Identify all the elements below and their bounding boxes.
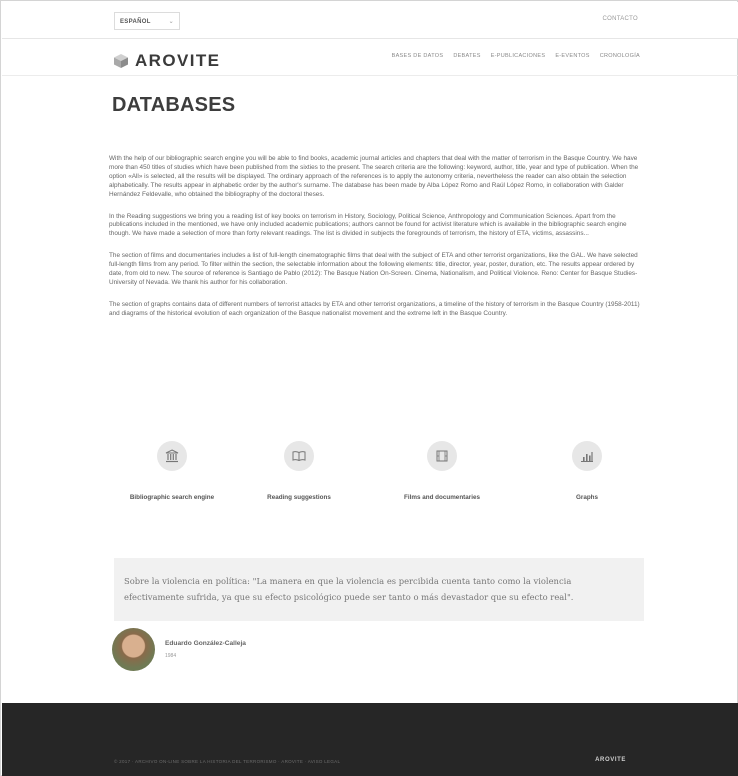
film-icon [436,450,448,462]
chevron-down-icon: ⌄ [168,19,174,25]
nav-item-chronology[interactable]: CRONOLOGÍA [600,53,640,59]
nav-item-e-events[interactable]: E-EVENTOS [555,53,589,59]
feature-search-engine[interactable]: Bibliographic search engine [102,441,242,501]
feature-label: Reading suggestions [267,494,331,501]
footer-copyright: © 2017 · ARCHIVO ON-LINE SOBRE LA HISTOR… [114,759,341,764]
page-frame: ESPAÑOL ⌄ CONTACTO AROVITE BASES DE DATO… [0,0,738,776]
icon-circle [427,441,457,471]
feature-graphs[interactable]: Graphs [517,441,657,501]
nav-item-debates[interactable]: DEBATES [453,53,480,59]
site-logo[interactable]: AROVITE [113,51,220,71]
quote-author: Eduardo González-Calleja 1984 [112,628,246,671]
book-icon [292,451,306,462]
language-select[interactable]: ESPAÑOL ⌄ [114,12,180,30]
bar-chart-icon [581,452,593,462]
site-footer: © 2017 · ARCHIVO ON-LINE SOBRE LA HISTOR… [2,703,738,776]
library-icon [165,449,179,463]
logo-text: AROVITE [135,51,221,70]
icon-circle [157,441,187,471]
author-name: Eduardo González-Calleja [165,640,246,647]
cube-logo-icon [114,54,128,68]
paragraph-search-engine: With the help of our bibliographic searc… [109,155,639,198]
author-years: 1984 [165,653,177,659]
feature-label: Graphs [575,494,599,501]
intro-text: With the help of our bibliographic searc… [109,155,649,332]
avatar [112,628,155,671]
footer-logo[interactable]: AROVITE [595,757,626,763]
contact-link[interactable]: CONTACTO [602,16,638,22]
author-meta: Eduardo González-Calleja 1984 [165,640,246,659]
paragraph-films: The section of films and documentaries i… [109,252,638,286]
page-title: DATABASES [112,94,236,116]
paragraph-graphs: The section of graphs contains data of d… [109,300,640,317]
quote-box: Sobre la violencia en política: "La mane… [114,558,644,621]
language-select-value: ESPAÑOL [120,19,151,25]
icon-circle [572,441,602,471]
feature-label: Bibliographic search engine [129,494,215,501]
nav-item-databases[interactable]: BASES DE DATOS [392,53,444,59]
feature-links: Bibliographic search engine Reading sugg… [109,441,649,521]
site-header: AROVITE BASES DE DATOS DEBATES E-PUBLICA… [2,39,738,76]
top-utility-bar: ESPAÑOL ⌄ CONTACTO [2,2,738,39]
nav-item-e-publications[interactable]: E-PUBLICACIONES [491,53,546,59]
main-nav: BASES DE DATOS DEBATES E-PUBLICACIONES E… [392,53,640,59]
feature-label: Films and documentaries [404,494,480,501]
icon-circle [284,441,314,471]
feature-reading-suggestions[interactable]: Reading suggestions [229,441,369,501]
feature-films[interactable]: Films and documentaries [372,441,512,501]
paragraph-reading-suggestions: In the Reading suggestions we bring you … [109,212,627,238]
